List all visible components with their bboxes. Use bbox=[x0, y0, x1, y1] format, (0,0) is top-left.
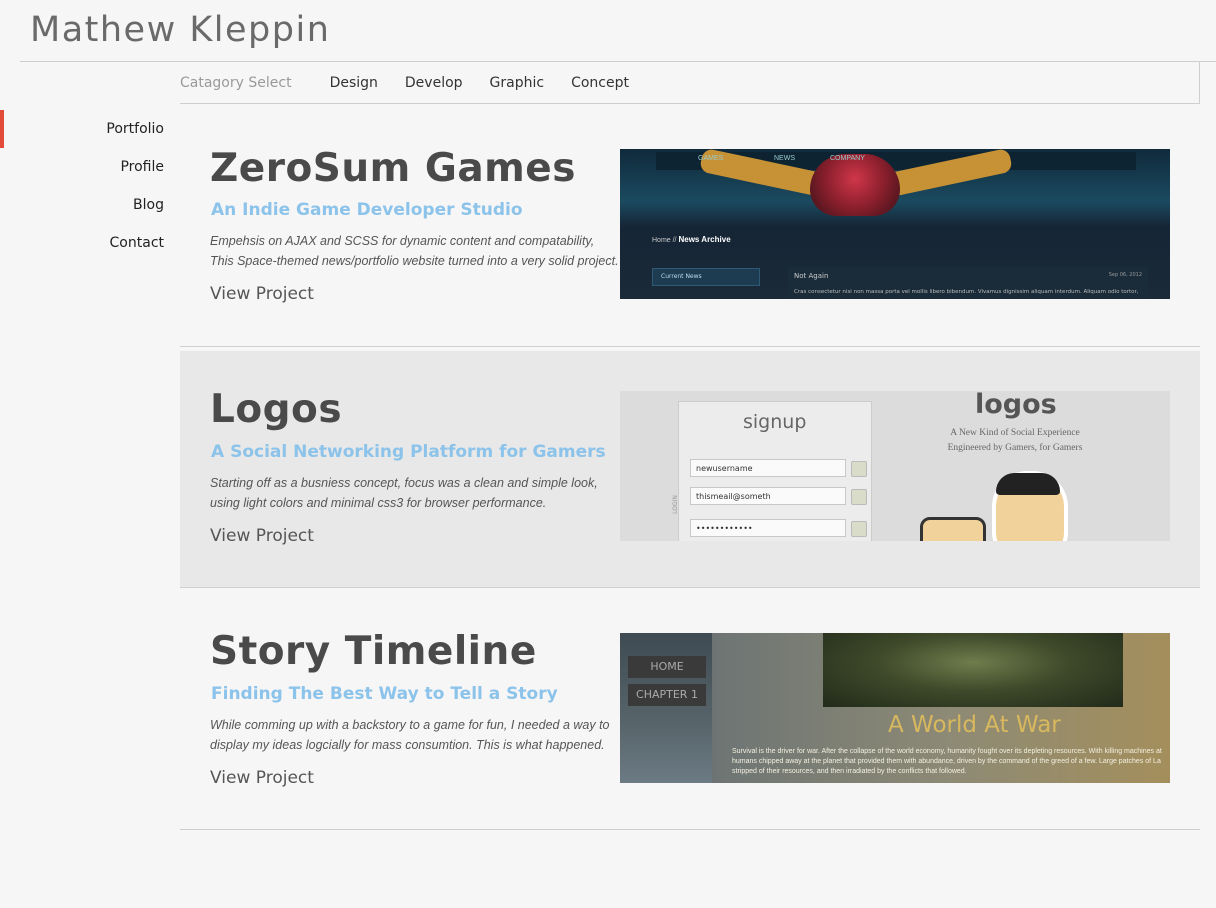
nav-item-contact[interactable]: Contact bbox=[0, 224, 164, 262]
thumb-username-field: newusername bbox=[690, 459, 846, 477]
project-title: ZeroSum Games bbox=[210, 146, 576, 191]
project-card: Story Timeline Finding The Best Way to T… bbox=[180, 593, 1200, 830]
category-select-label: Catagory Select bbox=[180, 74, 292, 91]
check-icon bbox=[851, 489, 867, 505]
nav-item-portfolio[interactable]: Portfolio bbox=[0, 110, 164, 148]
thumb-heading: A World At War bbox=[888, 712, 1061, 738]
thumb-logos-brand: logos bbox=[975, 391, 1057, 420]
jungle-scene-image bbox=[823, 633, 1123, 707]
thumb-signup-title: signup bbox=[743, 411, 807, 433]
project-subtitle: An Indie Game Developer Studio bbox=[211, 200, 523, 220]
project-thumbnail[interactable]: GAMES NEWS COMPANY Home // News Archive … bbox=[620, 149, 1170, 299]
project-card: Logos A Social Networking Platform for G… bbox=[180, 351, 1200, 588]
thumb-nav-games: GAMES bbox=[698, 155, 724, 162]
thumb-story-text: Survival is the driver for war. After th… bbox=[732, 748, 1162, 775]
nav-item-blog[interactable]: Blog bbox=[0, 186, 164, 224]
category-concept[interactable]: Concept bbox=[571, 75, 629, 91]
thumb-tagline: Engineered by Gamers, for Gamers bbox=[947, 443, 1083, 453]
thumb-breadcrumb: Home // News Archive bbox=[652, 235, 731, 244]
project-subtitle: A Social Networking Platform for Gamers bbox=[211, 442, 606, 462]
category-bar: Catagory Select Design Develop Graphic C… bbox=[180, 62, 1200, 104]
project-subtitle: Finding The Best Way to Tell a Story bbox=[211, 684, 558, 704]
thumb-tagline: A New Kind of Social Experience bbox=[950, 428, 1080, 438]
crumb-current: News Archive bbox=[678, 235, 731, 244]
category-graphic[interactable]: Graphic bbox=[490, 75, 545, 91]
view-project-link[interactable]: View Project bbox=[210, 284, 314, 304]
thumb-post-panel: Not Again Sep 06, 2012 Cras consectetur … bbox=[788, 267, 1148, 299]
thumb-password-field: •••••••••••• bbox=[690, 519, 846, 537]
check-icon bbox=[851, 521, 867, 537]
thumb-home-button: HOME bbox=[628, 656, 706, 678]
thumb-post-date: Sep 06, 2012 bbox=[1108, 272, 1142, 278]
crumb-prefix: Home // bbox=[652, 237, 677, 244]
view-project-link[interactable]: View Project bbox=[210, 768, 314, 788]
robot-bug-illustration bbox=[810, 154, 900, 216]
category-develop[interactable]: Develop bbox=[405, 75, 463, 91]
project-card: ZeroSum Games An Indie Game Developer St… bbox=[180, 110, 1200, 347]
thumb-nav-company: COMPANY bbox=[830, 155, 865, 162]
site-title[interactable]: Mathew Kleppin bbox=[30, 10, 330, 50]
thumb-email-field: thismeail@someth bbox=[690, 487, 846, 505]
hair-shape bbox=[996, 473, 1060, 495]
project-description: Empehsis on AJAX and SCSS for dynamic co… bbox=[210, 234, 619, 268]
side-navigation: Portfolio Profile Blog Contact bbox=[0, 110, 164, 262]
thumb-post-text: Cras consectetur nisi non massa porta ve… bbox=[794, 289, 1139, 295]
fist-illustration bbox=[920, 517, 986, 541]
project-thumbnail[interactable]: signup newusername thismeail@someth ••••… bbox=[620, 391, 1170, 541]
thumb-current-news: Current News bbox=[652, 268, 760, 286]
check-icon bbox=[851, 461, 867, 477]
category-design[interactable]: Design bbox=[330, 75, 378, 91]
nav-item-profile[interactable]: Profile bbox=[0, 148, 164, 186]
project-description: While comming up with a backstory to a g… bbox=[210, 718, 610, 752]
project-thumbnail[interactable]: HOME CHAPTER 1 A World At War Survival i… bbox=[620, 633, 1170, 783]
project-description: Starting off as a busniess concept, focu… bbox=[210, 476, 598, 510]
thumb-login-tab: LOGIN bbox=[671, 495, 679, 514]
project-title: Story Timeline bbox=[210, 629, 537, 674]
view-project-link[interactable]: View Project bbox=[210, 526, 314, 546]
thumb-post-title: Not Again bbox=[794, 272, 829, 280]
thumb-nav-news: NEWS bbox=[774, 155, 795, 162]
project-title: Logos bbox=[210, 387, 343, 432]
thumb-chapter-button: CHAPTER 1 bbox=[628, 684, 706, 706]
